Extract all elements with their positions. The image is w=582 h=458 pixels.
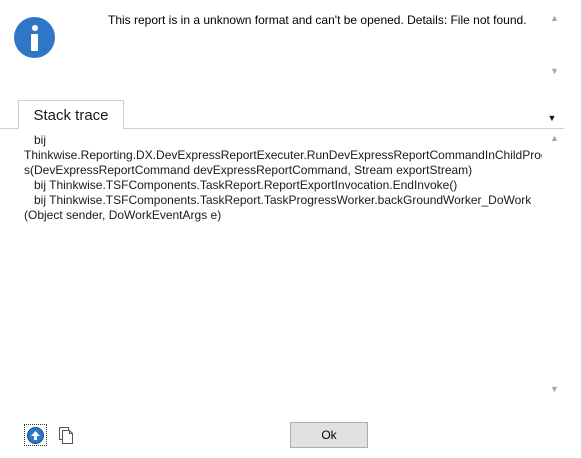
scroll-up-arrow-icon[interactable]: ▲	[546, 129, 563, 146]
copy-icon	[59, 427, 73, 444]
trace-line: bij Thinkwise.TSFComponents.TaskReport.T…	[34, 193, 532, 207]
tab-divider	[0, 128, 18, 129]
scroll-up-arrow-icon[interactable]: ▲	[546, 9, 563, 26]
trace-line: Thinkwise.Reporting.DX.DevExpressReportE…	[24, 148, 542, 162]
stack-trace-text: bij Thinkwise.Reporting.DX.DevExpressRep…	[24, 133, 542, 223]
ok-button[interactable]: Ok	[290, 422, 368, 448]
stack-trace-scrollbar[interactable]: ▲ ▼	[546, 129, 563, 397]
error-dialog: This report is in a unknown format and c…	[0, 0, 582, 458]
upload-button[interactable]	[24, 424, 47, 446]
tab-label: Stack trace	[33, 106, 109, 124]
copy-button[interactable]	[56, 425, 76, 445]
trace-line: bij Thinkwise.TSFComponents.TaskReport.R…	[34, 178, 458, 192]
scroll-down-arrow-icon[interactable]: ▼	[546, 62, 563, 79]
trace-line: (Object sender, DoWorkEventArgs e)	[24, 208, 222, 222]
info-icon	[14, 17, 55, 58]
chevron-down-icon[interactable]: ▼	[546, 113, 558, 123]
scroll-down-arrow-icon[interactable]: ▼	[546, 380, 563, 397]
trace-line: bij	[34, 133, 47, 147]
message-scrollbar[interactable]: ▲ ▼	[546, 9, 563, 79]
upload-icon	[27, 426, 44, 444]
error-message: This report is in a unknown format and c…	[108, 13, 527, 27]
trace-line: s(DevExpressReportCommand devExpressRepo…	[24, 163, 473, 177]
tab-stack-trace[interactable]: Stack trace	[18, 100, 124, 129]
tab-divider	[124, 128, 564, 129]
